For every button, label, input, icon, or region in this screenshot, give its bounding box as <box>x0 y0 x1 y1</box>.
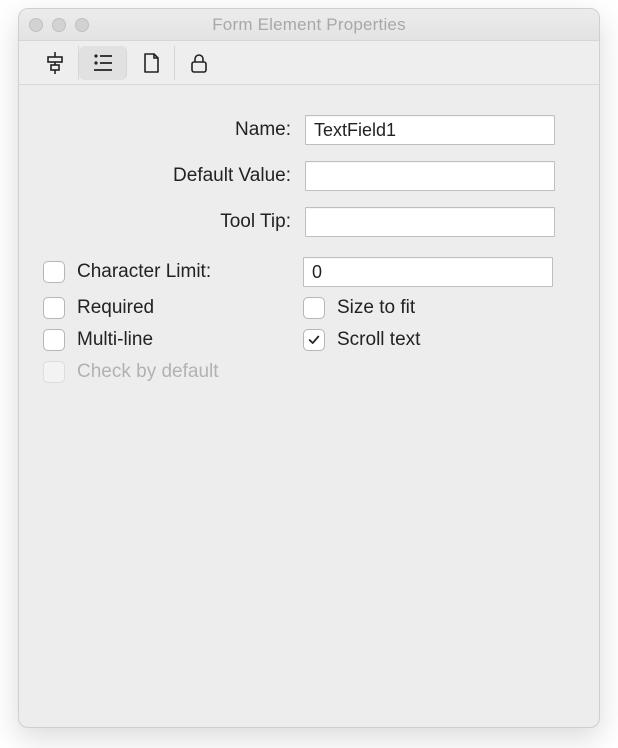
toolbar <box>19 41 599 85</box>
window-controls <box>29 18 89 32</box>
zoom-button[interactable] <box>75 18 89 32</box>
lock-icon <box>187 51 211 75</box>
scroll-text-checkbox[interactable] <box>303 329 325 351</box>
window-title: Form Element Properties <box>212 15 406 35</box>
default-value-label: Default Value: <box>43 165 305 187</box>
character-limit-input[interactable] <box>303 257 553 287</box>
check-by-default-label: Check by default <box>77 361 219 383</box>
page-icon <box>139 51 163 75</box>
tab-field-settings[interactable] <box>79 46 127 80</box>
tooltip-input[interactable] <box>305 207 555 237</box>
tab-lock[interactable] <box>175 46 223 80</box>
minimize-button[interactable] <box>52 18 66 32</box>
required-label: Required <box>77 297 154 319</box>
character-limit-checkbox[interactable] <box>43 261 65 283</box>
multi-line-checkbox[interactable] <box>43 329 65 351</box>
size-to-fit-label: Size to fit <box>337 297 415 319</box>
size-to-fit-checkbox[interactable] <box>303 297 325 319</box>
tab-align[interactable] <box>31 46 79 80</box>
checkmark-icon <box>307 333 321 347</box>
titlebar: Form Element Properties <box>19 9 599 41</box>
name-input[interactable] <box>305 115 555 145</box>
content-area: Name: Default Value: Tool Tip: Character… <box>19 85 599 405</box>
align-icon <box>43 51 67 75</box>
name-label: Name: <box>43 119 305 141</box>
close-button[interactable] <box>29 18 43 32</box>
tab-page-settings[interactable] <box>127 46 175 80</box>
list-settings-icon <box>91 51 115 75</box>
scroll-text-label: Scroll text <box>337 329 420 351</box>
toolbar-tabs <box>31 46 223 80</box>
character-limit-label: Character Limit: <box>77 261 211 283</box>
properties-window: Form Element Properties <box>18 8 600 728</box>
multi-line-label: Multi-line <box>77 329 153 351</box>
check-by-default-checkbox <box>43 361 65 383</box>
tooltip-label: Tool Tip: <box>43 211 305 233</box>
default-value-input[interactable] <box>305 161 555 191</box>
required-checkbox[interactable] <box>43 297 65 319</box>
